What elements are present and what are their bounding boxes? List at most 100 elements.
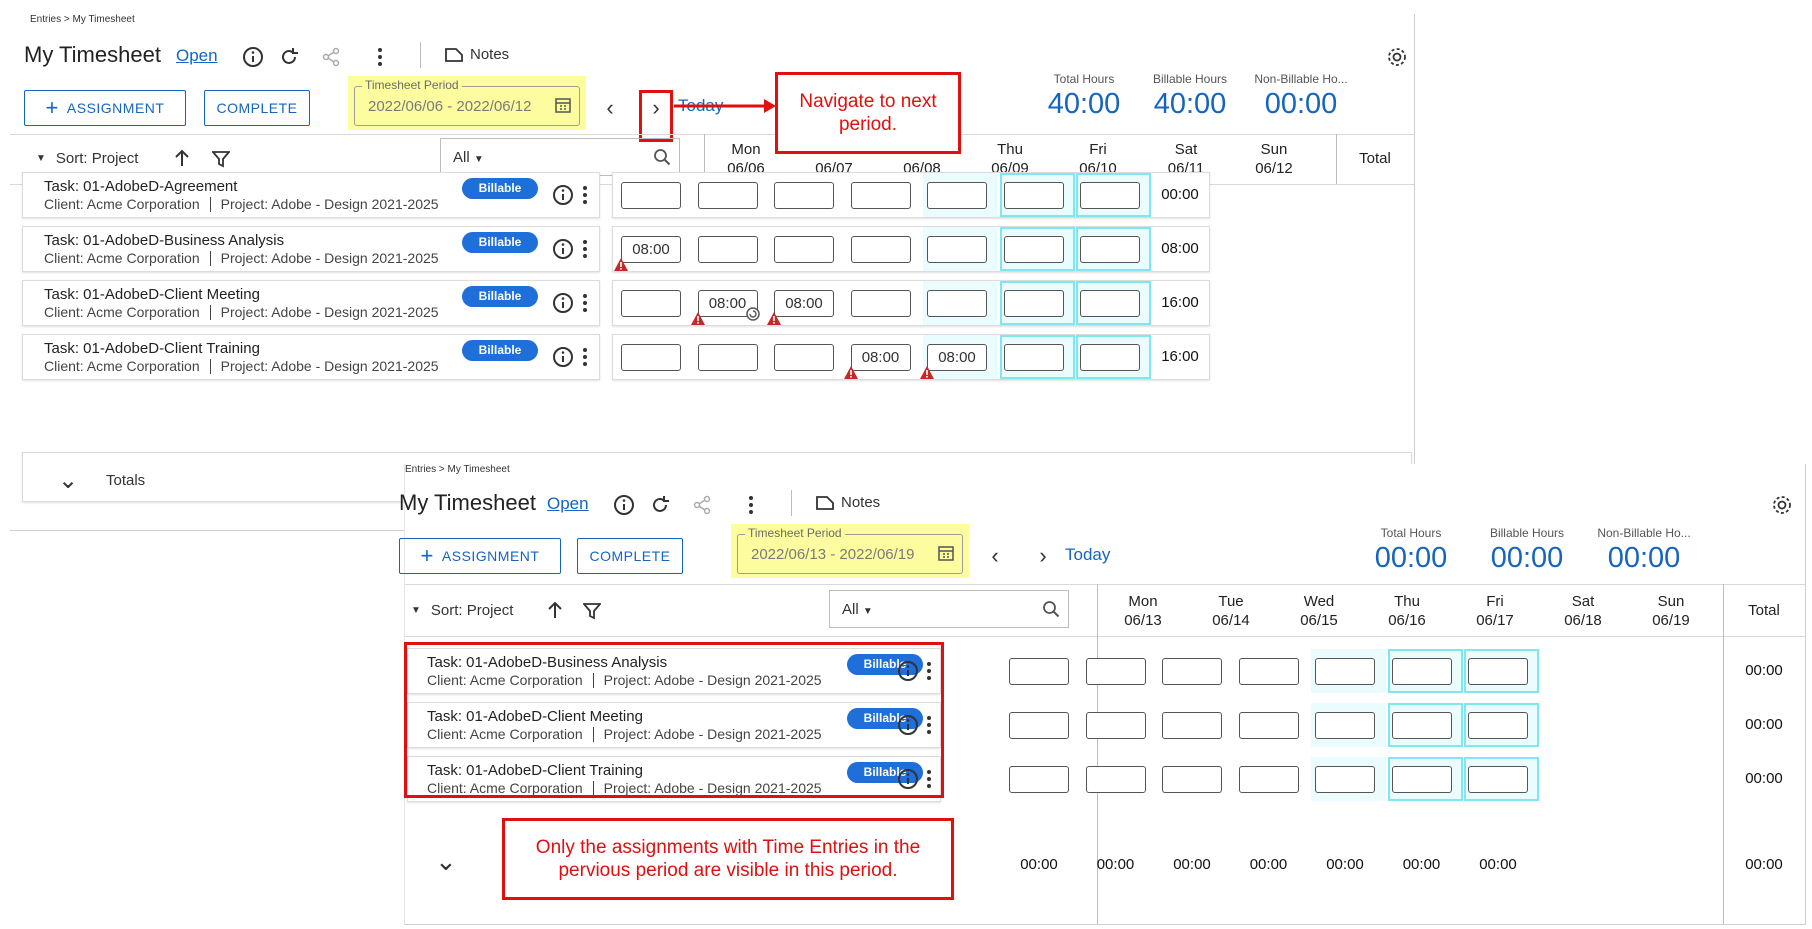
chevron-down-icon[interactable]: ⌄ bbox=[435, 846, 457, 877]
hours-input-fri[interactable] bbox=[1315, 658, 1375, 685]
sort-control[interactable]: ▼ Sort: Project bbox=[411, 602, 513, 619]
hours-input-sat[interactable] bbox=[1003, 236, 1064, 263]
filter-icon[interactable] bbox=[210, 148, 232, 170]
hours-input-fri[interactable] bbox=[1315, 712, 1375, 739]
plus-icon: + bbox=[420, 543, 434, 568]
more-vertical-icon[interactable] bbox=[578, 183, 592, 207]
hours-input-wed[interactable] bbox=[774, 236, 834, 263]
hours-input-sat[interactable] bbox=[1391, 658, 1452, 685]
hours-input-tue[interactable] bbox=[697, 182, 758, 209]
prev-period-button[interactable]: ‹ bbox=[598, 94, 622, 122]
hours-input-mon[interactable] bbox=[1009, 712, 1069, 739]
more-vertical-icon[interactable] bbox=[741, 492, 761, 518]
refresh-icon[interactable] bbox=[647, 492, 673, 518]
hours-input-thu[interactable] bbox=[850, 236, 911, 263]
chevron-down-icon[interactable]: ⌄ bbox=[58, 466, 78, 495]
info-icon[interactable] bbox=[611, 492, 637, 518]
more-vertical-icon[interactable] bbox=[370, 44, 390, 70]
hours-input-mon[interactable] bbox=[621, 182, 681, 209]
hours-input-sat[interactable] bbox=[1003, 344, 1064, 371]
info-icon[interactable] bbox=[240, 44, 266, 70]
filter-select[interactable]: All ▼ bbox=[440, 138, 680, 176]
hours-input-thu[interactable] bbox=[1238, 712, 1299, 739]
sort-ascending-icon[interactable] bbox=[170, 146, 194, 170]
info-icon[interactable] bbox=[551, 237, 575, 261]
calendar-icon[interactable] bbox=[554, 96, 572, 114]
hours-input-sun[interactable] bbox=[1080, 182, 1140, 209]
hours-input-sun[interactable] bbox=[1468, 658, 1528, 685]
share-icon[interactable] bbox=[318, 44, 344, 70]
filter-icon[interactable] bbox=[581, 600, 603, 622]
refresh-icon[interactable] bbox=[276, 44, 302, 70]
day-total: 00:00 bbox=[1096, 856, 1135, 873]
add-assignment-button[interactable]: + ASSIGNMENT bbox=[24, 90, 186, 126]
notes-button[interactable]: Notes bbox=[444, 46, 509, 63]
hours-input-tue[interactable] bbox=[697, 236, 758, 263]
notes-button[interactable]: Notes bbox=[815, 494, 880, 511]
hours-input-wed[interactable] bbox=[1162, 658, 1222, 685]
hours-input-sun[interactable] bbox=[1468, 766, 1528, 793]
hours-input-sun[interactable] bbox=[1468, 712, 1528, 739]
today-link[interactable]: Today bbox=[1065, 545, 1110, 565]
filter-select[interactable]: All ▼ bbox=[829, 590, 1069, 628]
more-vertical-icon[interactable] bbox=[578, 345, 592, 369]
hours-input-thu[interactable] bbox=[850, 290, 911, 317]
hours-input-fri[interactable]: 08:00 bbox=[927, 344, 987, 371]
sort-control[interactable]: ▼ Sort: Project bbox=[36, 150, 138, 167]
hours-input-wed[interactable] bbox=[1162, 712, 1222, 739]
more-vertical-icon[interactable] bbox=[578, 291, 592, 315]
hours-input-mon[interactable] bbox=[1009, 766, 1069, 793]
info-icon[interactable] bbox=[551, 183, 575, 207]
hours-input-thu[interactable] bbox=[1238, 766, 1299, 793]
complete-button[interactable]: COMPLETE bbox=[577, 538, 683, 574]
hours-input-fri[interactable] bbox=[927, 290, 987, 317]
hours-input-thu[interactable] bbox=[1238, 658, 1299, 685]
caret-down-icon: ▼ bbox=[473, 153, 484, 165]
day-header-thu: Thu 06/16 bbox=[1388, 593, 1426, 629]
add-assignment-button[interactable]: + ASSIGNMENT bbox=[399, 538, 561, 574]
hours-input-mon[interactable] bbox=[1009, 658, 1069, 685]
hours-input-sat[interactable] bbox=[1003, 182, 1064, 209]
total-header: Total bbox=[1359, 150, 1391, 167]
hours-input-wed[interactable] bbox=[774, 344, 834, 371]
breadcrumb[interactable]: Entries > My Timesheet bbox=[405, 464, 510, 475]
notes-icon bbox=[445, 47, 463, 62]
more-vertical-icon[interactable] bbox=[578, 237, 592, 261]
hours-input-wed[interactable]: 08:00 bbox=[774, 290, 834, 317]
hours-input-wed[interactable] bbox=[1162, 766, 1222, 793]
settings-gear-icon[interactable] bbox=[1384, 44, 1410, 70]
hours-input-wed[interactable] bbox=[774, 182, 834, 209]
next-period-button[interactable]: › bbox=[1031, 542, 1055, 570]
settings-gear-icon[interactable] bbox=[1769, 492, 1795, 518]
hours-input-mon[interactable] bbox=[621, 290, 681, 317]
hours-input-mon[interactable] bbox=[621, 344, 681, 371]
breadcrumb[interactable]: Entries > My Timesheet bbox=[30, 14, 135, 25]
hours-input-tue[interactable] bbox=[697, 344, 758, 371]
hours-input-sat[interactable] bbox=[1003, 290, 1064, 317]
assignments-callout: Only the assignments with Time Entries i… bbox=[502, 818, 954, 900]
complete-button[interactable]: COMPLETE bbox=[204, 90, 310, 126]
hours-input-tue[interactable] bbox=[1085, 766, 1146, 793]
hours-input-sat[interactable] bbox=[1391, 712, 1452, 739]
share-icon[interactable] bbox=[689, 492, 715, 518]
hours-input-thu[interactable]: 08:00 bbox=[850, 344, 911, 371]
status-link[interactable]: Open bbox=[176, 46, 218, 66]
hours-input-tue[interactable] bbox=[1085, 712, 1146, 739]
hours-input-sun[interactable] bbox=[1080, 344, 1140, 371]
hours-input-thu[interactable] bbox=[850, 182, 911, 209]
hours-input-fri[interactable] bbox=[927, 236, 987, 263]
status-link[interactable]: Open bbox=[547, 494, 589, 514]
info-icon[interactable] bbox=[551, 291, 575, 315]
info-icon[interactable] bbox=[551, 345, 575, 369]
hours-input-mon[interactable]: 08:00 bbox=[621, 236, 681, 263]
prev-period-button[interactable]: ‹ bbox=[983, 542, 1007, 570]
hours-input-fri[interactable] bbox=[1315, 766, 1375, 793]
hours-input-sat[interactable] bbox=[1391, 766, 1452, 793]
meta-divider bbox=[209, 359, 211, 374]
hours-input-sun[interactable] bbox=[1080, 236, 1140, 263]
sort-ascending-icon[interactable] bbox=[543, 598, 567, 622]
hours-input-sun[interactable] bbox=[1080, 290, 1140, 317]
hours-input-tue[interactable] bbox=[1085, 658, 1146, 685]
calendar-icon[interactable] bbox=[937, 544, 955, 562]
hours-input-fri[interactable] bbox=[927, 182, 987, 209]
